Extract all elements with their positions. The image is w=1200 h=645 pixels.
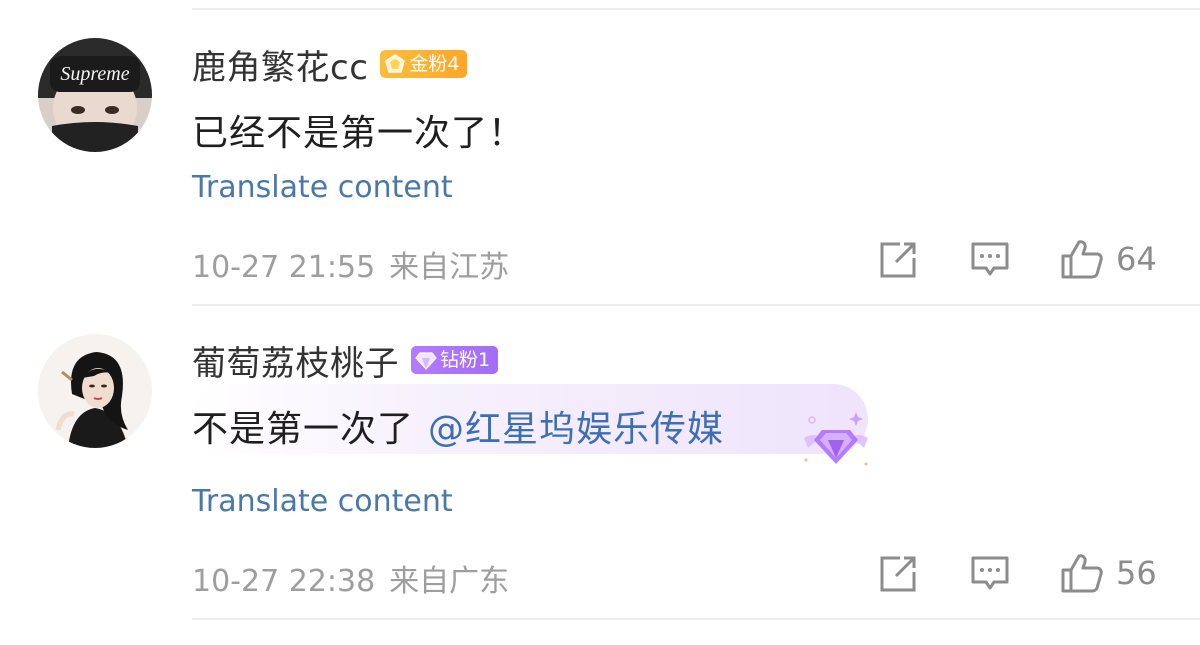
translate-link[interactable]: Translate content	[192, 484, 453, 519]
comment-meta: 10-27 22:38 来自广东	[192, 556, 509, 600]
diamond-decoration-icon	[800, 408, 872, 478]
like-icon	[1060, 238, 1104, 280]
diamond-icon	[415, 349, 437, 371]
comment-list: Supreme 鹿角繁花cc 金粉4 已经不是第一次了！ Translate c…	[0, 0, 1200, 645]
share-button[interactable]	[878, 554, 918, 594]
username[interactable]: 葡萄荔枝桃子	[192, 336, 399, 385]
translate-link[interactable]: Translate content	[192, 170, 453, 205]
avatar[interactable]	[38, 334, 152, 448]
comment-icon	[970, 554, 1010, 594]
comment-body-text: 不是第一次了	[192, 409, 415, 450]
badge-label: 钻粉1	[440, 349, 491, 371]
location: 来自江苏	[389, 250, 510, 285]
timestamp: 10-27 21:55	[192, 250, 376, 285]
fan-badge[interactable]: 金粉4	[380, 50, 468, 78]
username-row: 葡萄荔枝桃子 钻粉1	[192, 336, 499, 385]
comment-meta: 10-27 21:55 来自江苏	[192, 242, 509, 286]
mention-link[interactable]: @红星坞娱乐传媒	[428, 409, 724, 450]
svg-text:Supreme: Supreme	[60, 63, 129, 85]
like-count: 56	[1116, 554, 1157, 592]
fan-badge[interactable]: 钻粉1	[411, 346, 499, 374]
divider	[192, 304, 1200, 306]
badge-label: 金粉4	[409, 53, 460, 75]
share-icon	[878, 554, 918, 594]
like-count: 64	[1116, 240, 1157, 278]
comment-button[interactable]	[970, 240, 1010, 280]
timestamp: 10-27 22:38	[192, 564, 376, 599]
comment-icon	[970, 240, 1010, 280]
divider	[192, 8, 1200, 10]
like-button[interactable]: 64	[1060, 238, 1157, 280]
divider	[192, 618, 1200, 620]
share-icon	[878, 240, 918, 280]
share-button[interactable]	[878, 240, 918, 280]
username[interactable]: 鹿角繁花cc	[192, 40, 368, 89]
like-button[interactable]: 56	[1060, 552, 1157, 594]
username-row: 鹿角繁花cc 金粉4	[192, 40, 468, 89]
avatar[interactable]: Supreme	[38, 38, 152, 152]
pentagon-gem-icon	[384, 53, 406, 75]
location: 来自广东	[389, 564, 510, 599]
comment-button[interactable]	[970, 554, 1010, 594]
comment-body: 已经不是第一次了！	[192, 113, 526, 154]
comment-body: 不是第一次了 @红星坞娱乐传媒	[192, 400, 724, 452]
like-icon	[1060, 552, 1104, 594]
